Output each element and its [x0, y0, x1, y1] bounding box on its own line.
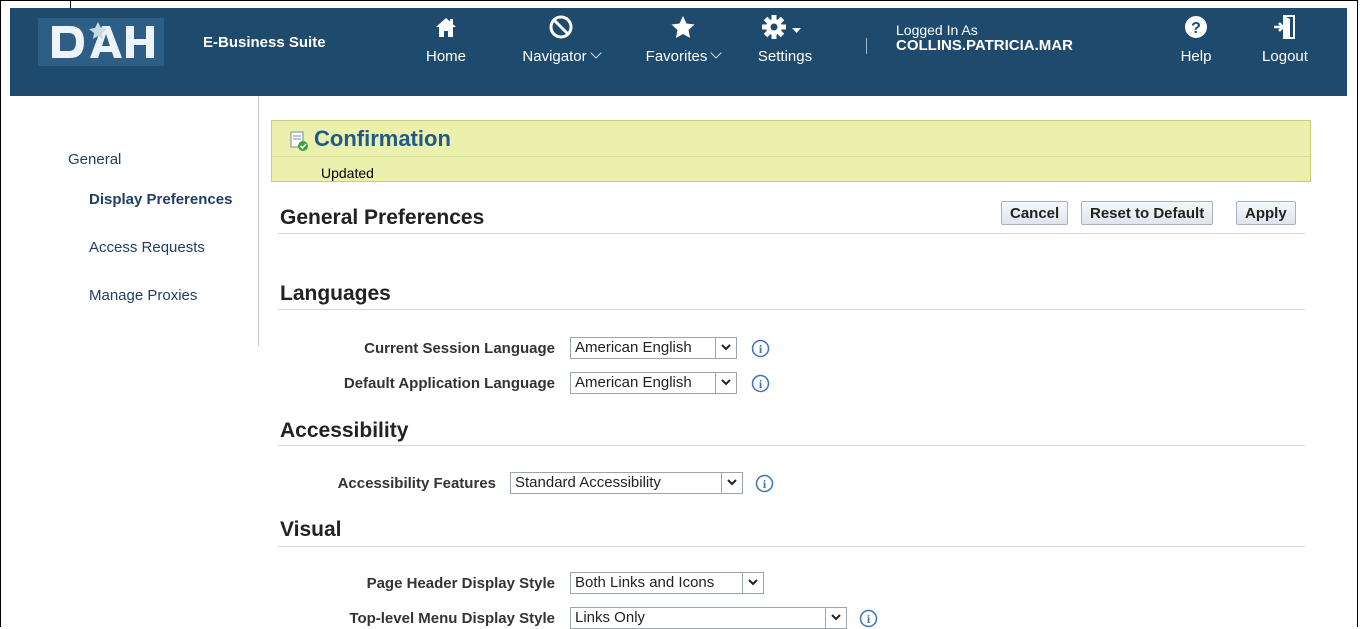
nav-home[interactable]: Home — [418, 14, 474, 65]
confirmation-title: Confirmation — [314, 126, 451, 151]
nav-help-label: Help — [1180, 48, 1212, 65]
accessibility-heading: Accessibility — [280, 419, 409, 442]
nav-help[interactable]: ? Help — [1174, 14, 1218, 65]
chevron-down-icon — [742, 573, 763, 593]
top-level-menu-display-style-value: Links Only — [575, 609, 646, 626]
accessibility-divider — [278, 445, 1305, 446]
visual-heading: Visual — [280, 518, 342, 541]
sidebar-item-manage-proxies[interactable]: Manage Proxies — [89, 287, 197, 304]
suite-title: E-Business Suite — [203, 34, 326, 51]
company-logo — [38, 18, 164, 66]
chevron-down-icon — [715, 338, 736, 358]
nav-settings[interactable]: Settings — [750, 14, 820, 65]
reset-to-default-button[interactable]: Reset to Default — [1081, 201, 1214, 225]
info-icon[interactable]: i — [755, 474, 774, 493]
nav-favorites[interactable]: Favorites — [633, 14, 733, 65]
svg-text:?: ? — [1191, 20, 1201, 37]
star-icon — [671, 16, 695, 38]
nav-navigator-label: Navigator — [522, 48, 587, 65]
accessibility-features-select[interactable]: Standard Accessibility — [510, 472, 743, 494]
info-icon[interactable]: i — [751, 374, 770, 393]
logout-door-icon — [1274, 15, 1295, 39]
languages-heading: Languages — [280, 282, 391, 305]
main-content: General Display Preferences Access Reque… — [10, 96, 1347, 629]
nav-navigator[interactable]: Navigator — [513, 14, 609, 65]
nav-favorites-label: Favorites — [645, 48, 708, 65]
logged-in-block: Logged In As COLLINS.PATRICIA.MAR — [896, 22, 1073, 54]
default-application-language-label: Default Application Language — [343, 375, 555, 392]
nav-home-label: Home — [425, 48, 466, 65]
sidebar-item-access-requests[interactable]: Access Requests — [89, 239, 205, 256]
chevron-down-icon — [721, 473, 742, 493]
nav-logout-label: Logout — [1262, 48, 1308, 65]
chevron-down-icon — [589, 47, 602, 59]
confirmation-message-box: Confirmation Updated — [271, 120, 1311, 182]
chevron-down-icon — [715, 373, 736, 393]
confirmation-divider — [272, 156, 1310, 157]
top-level-menu-display-style-select[interactable]: Links Only — [570, 607, 847, 629]
default-application-language-select[interactable]: American English — [570, 372, 737, 394]
current-session-language-label: Current Session Language — [364, 340, 555, 357]
apply-button[interactable]: Apply — [1236, 201, 1296, 225]
languages-divider — [278, 309, 1305, 310]
nav-settings-label: Settings — [757, 48, 813, 65]
info-icon[interactable]: i — [751, 339, 770, 358]
confirmation-icon — [290, 131, 308, 151]
header-separator — [866, 38, 867, 54]
page-header-display-style-value: Both Links and Icons — [575, 574, 715, 591]
top-level-menu-display-style-label: Top-level Menu Display Style — [349, 610, 555, 627]
no-entry-circle-icon — [549, 15, 573, 39]
gear-dropdown-icon — [762, 15, 801, 39]
global-header: E-Business Suite Home Navigator Favorite… — [10, 8, 1347, 88]
home-icon — [436, 18, 456, 37]
chevron-down-icon — [825, 608, 846, 628]
cancel-button[interactable]: Cancel — [1001, 201, 1069, 225]
current-session-language-value: American English — [575, 339, 692, 356]
page-title-divider — [278, 233, 1305, 234]
current-session-language-select[interactable]: American English — [570, 337, 737, 359]
page-header-display-style-label: Page Header Display Style — [366, 575, 555, 592]
info-icon[interactable]: i — [859, 609, 878, 628]
chevron-down-icon — [710, 47, 723, 59]
default-application-language-value: American English — [575, 374, 692, 391]
nav-logout[interactable]: Logout — [1254, 14, 1316, 65]
sidebar-item-display-preferences[interactable]: Display Preferences — [89, 191, 232, 208]
logged-in-label: Logged In As — [896, 22, 978, 38]
app-shell: E-Business Suite Home Navigator Favorite… — [10, 8, 1347, 629]
preferences-sidebar: General Display Preferences Access Reque… — [10, 96, 259, 346]
sidebar-item-general[interactable]: General — [68, 151, 121, 168]
page-title: General Preferences — [280, 206, 485, 229]
logged-in-user: COLLINS.PATRICIA.MAR — [896, 37, 1073, 54]
help-icon: ? — [1185, 16, 1207, 38]
visual-divider — [278, 546, 1305, 547]
accessibility-features-label: Accessibility Features — [337, 475, 496, 492]
page-header-display-style-select[interactable]: Both Links and Icons — [570, 572, 764, 594]
accessibility-features-value: Standard Accessibility — [515, 474, 661, 491]
confirmation-text: Updated — [321, 165, 374, 181]
